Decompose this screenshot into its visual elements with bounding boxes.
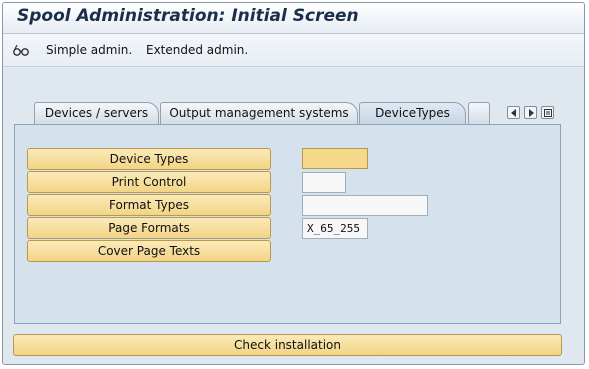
print-control-field[interactable]: [302, 172, 346, 193]
page-format-field[interactable]: X_65_255: [302, 218, 368, 239]
tab-overflow-indicator[interactable]: [468, 102, 490, 124]
tab-scroll-left-button[interactable]: [507, 106, 520, 119]
tab-devices-servers[interactable]: Devices / servers: [34, 102, 159, 124]
device-types-button[interactable]: Device Types: [27, 148, 271, 170]
application-toolbar: Simple admin. Extended admin.: [3, 34, 584, 67]
format-type-field[interactable]: [302, 195, 428, 216]
title-bar: Spool Administration: Initial Screen: [3, 3, 584, 34]
tab-scroll-right-button[interactable]: [524, 106, 537, 119]
page-formats-button[interactable]: Page Formats: [27, 217, 271, 239]
cover-page-texts-button[interactable]: Cover Page Texts: [27, 240, 271, 262]
extended-admin-button[interactable]: Extended admin.: [146, 43, 248, 57]
tab-list-icon[interactable]: [541, 106, 554, 119]
page-title: Spool Administration: Initial Screen: [17, 6, 359, 26]
format-types-button[interactable]: Format Types: [27, 194, 271, 216]
tab-device-types[interactable]: DeviceTypes: [359, 102, 466, 124]
device-type-field[interactable]: [302, 148, 368, 169]
tab-output-management-systems[interactable]: Output management systems: [160, 102, 358, 124]
simple-admin-button[interactable]: Simple admin.: [46, 43, 132, 57]
print-control-button[interactable]: Print Control: [27, 171, 271, 193]
glasses-icon[interactable]: [12, 43, 30, 57]
check-installation-button[interactable]: Check installation: [13, 334, 562, 356]
